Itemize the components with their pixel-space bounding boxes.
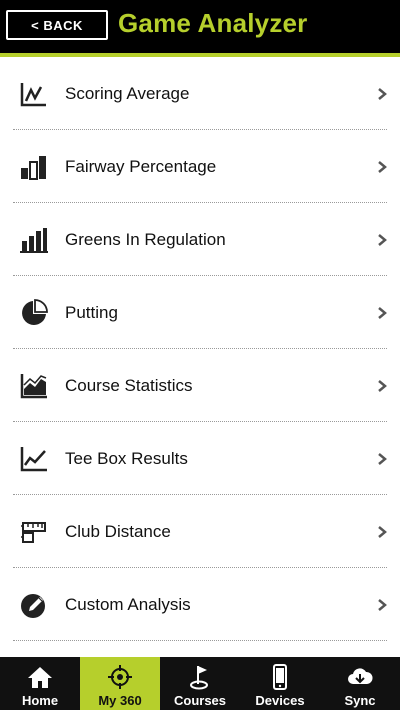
pie-chart-icon [20,298,48,327]
menu-item-label: Custom Analysis [65,594,191,614]
phone-icon [273,664,287,690]
trend-chart-icon [20,445,48,473]
tab-courses[interactable]: Courses [160,657,240,710]
cloud-sync-icon [348,668,373,684]
menu-item-scoring-average[interactable]: Scoring Average [0,57,400,130]
menu-item-tee-box-results[interactable]: Tee Box Results [0,422,400,495]
menu-item-label: Tee Box Results [65,448,188,468]
tab-label: Devices [255,693,305,708]
page-title: Game Analyzer [118,8,308,38]
menu-item-custom-analysis[interactable]: Custom Analysis [0,568,400,641]
menu-item-label: Greens In Regulation [65,229,226,249]
chevron-right-icon [378,87,387,100]
back-button[interactable]: < BACK [6,10,108,40]
chevron-right-icon [378,598,387,611]
tab-label: Home [21,693,59,708]
menu-item-label: Club Distance [65,521,171,541]
menu-item-label: Course Statistics [65,375,193,395]
crosshair-icon [108,665,132,689]
chevron-right-icon [378,233,387,246]
chevron-right-icon [378,306,387,319]
edit-pen-icon [20,591,48,619]
chevron-right-icon [378,379,387,392]
bar-chart-rising-icon [20,226,48,254]
chevron-right-icon [378,452,387,465]
bar-chart-icon [20,153,48,181]
bottom-tab-bar: Home My 360 Courses Devices Sync [0,657,400,710]
menu-item-club-distance[interactable]: Club Distance [0,495,400,568]
line-chart-icon [20,80,48,108]
tab-devices[interactable]: Devices [240,657,320,710]
area-chart-icon [20,372,48,400]
menu-item-fairway-percentage[interactable]: Fairway Percentage [0,130,400,203]
tab-label: My 360 [98,693,142,708]
header-bar: < BACK Game Analyzer [0,0,400,57]
chevron-right-icon [378,160,387,173]
analyzer-menu: Scoring Average Fairway Percentage Green… [0,57,400,641]
flag-icon [190,666,208,690]
tab-sync[interactable]: Sync [320,657,400,710]
tab-home[interactable]: Home [0,657,80,710]
tab-label: Sync [344,693,376,708]
menu-item-label: Fairway Percentage [65,156,217,176]
menu-item-greens-in-regulation[interactable]: Greens In Regulation [0,203,400,276]
menu-item-label: Putting [65,302,118,322]
tab-my-360[interactable]: My 360 [80,657,160,710]
menu-item-putting[interactable]: Putting [0,276,400,349]
tab-label: Courses [173,693,227,708]
ruler-icon [20,518,48,546]
menu-item-label: Scoring Average [65,83,190,103]
chevron-right-icon [378,525,387,538]
menu-item-course-statistics[interactable]: Course Statistics [0,349,400,422]
home-icon [28,667,52,688]
